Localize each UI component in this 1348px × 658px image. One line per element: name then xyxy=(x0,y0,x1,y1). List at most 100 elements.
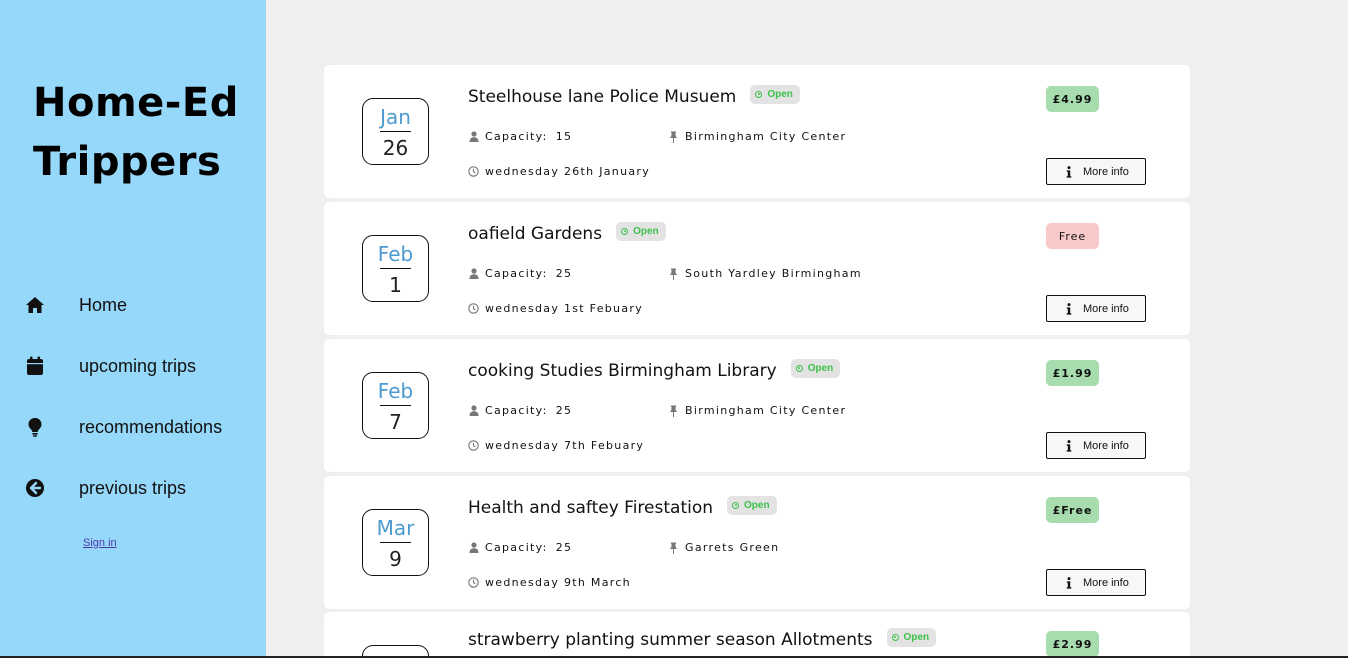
lightbulb-icon xyxy=(24,416,46,438)
trip-date: wednesday 7th Febuary xyxy=(468,439,644,452)
brand-line-1: Home-Ed xyxy=(33,80,239,126)
status-dot-icon xyxy=(755,90,763,98)
trip-title-row: Health and saftey Firestation Open xyxy=(468,495,777,518)
price-badge: £4.99 xyxy=(1046,86,1099,112)
brand-logo-text[interactable]: Home-Ed Trippers xyxy=(33,74,239,192)
status-label: Open xyxy=(744,499,770,511)
date-text: wednesday 1st Febuary xyxy=(485,302,644,315)
trip-title: cooking Studies Birmingham Library xyxy=(468,361,777,381)
location-text: Garrets Green xyxy=(685,541,780,554)
calendar-icon xyxy=(24,355,46,377)
status-badge: Open xyxy=(790,358,841,378)
sidebar: Home-Ed Trippers Home upcoming trips rec… xyxy=(0,0,266,658)
date-month: Jan xyxy=(380,105,411,129)
date-day: 7 xyxy=(389,410,402,434)
price-badge: £2.99 xyxy=(1046,631,1099,657)
status-label: Open xyxy=(903,631,930,643)
info-icon xyxy=(1059,302,1079,315)
capacity-value: 25 xyxy=(555,404,573,417)
more-info-label: More info xyxy=(1083,165,1129,178)
date-text: wednesday 7th Febuary xyxy=(485,439,645,452)
capacity-value: 25 xyxy=(555,541,573,554)
date-text: wednesday 26th January xyxy=(485,165,651,178)
status-dot-icon xyxy=(621,227,629,235)
price-badge: Free xyxy=(1046,223,1099,249)
trip-date: wednesday 1st Febuary xyxy=(468,302,643,315)
date-badge: Feb 7 xyxy=(362,372,429,439)
more-info-button[interactable]: More info xyxy=(1046,158,1146,185)
trip-title-row: strawberry planting summer season Allotm… xyxy=(468,627,937,650)
more-info-button[interactable]: More info xyxy=(1046,295,1146,322)
status-dot-icon xyxy=(795,364,803,372)
status-dot-icon xyxy=(891,633,899,641)
trip-location: South Yardley Birmingham xyxy=(668,267,862,280)
capacity-label: Capacity: xyxy=(485,404,548,417)
more-info-label: More info xyxy=(1083,439,1129,452)
status-badge: Open xyxy=(616,221,666,241)
trip-card: Feb 7 cooking Studies Birmingham Library… xyxy=(324,339,1190,472)
brand-line-2: Trippers xyxy=(33,139,222,185)
nav-label-upcoming-trips: upcoming trips xyxy=(79,355,197,376)
trip-title-row: Steelhouse lane Police Musuem Open xyxy=(468,84,800,107)
status-label: Open xyxy=(767,88,793,100)
pushpin-icon xyxy=(668,405,679,417)
date-month: Mar xyxy=(376,516,415,540)
capacity-value: 15 xyxy=(555,130,573,143)
date-day: 26 xyxy=(382,136,409,160)
trip-card: Jan 26 Steelhouse lane Police Musuem Ope… xyxy=(324,65,1190,198)
price-badge: £1.99 xyxy=(1046,360,1099,386)
trip-date: wednesday 26th January xyxy=(468,165,650,178)
date-text: wednesday 9th March xyxy=(485,576,631,589)
location-text: Birmingham City Center xyxy=(685,130,847,143)
trip-title: strawberry planting summer season Allotm… xyxy=(468,630,873,650)
capacity-label: Capacity: xyxy=(485,541,548,554)
clock-icon xyxy=(468,440,479,451)
info-icon xyxy=(1059,439,1079,452)
more-info-label: More info xyxy=(1083,302,1129,315)
status-badge: Open xyxy=(886,627,937,647)
trip-date: wednesday 9th March xyxy=(468,576,631,589)
date-month: Feb xyxy=(377,242,414,266)
clock-icon xyxy=(468,166,479,177)
date-divider xyxy=(380,542,411,543)
pushpin-icon xyxy=(668,131,679,143)
trip-location: Birmingham City Center xyxy=(668,130,846,143)
trip-card: Mar 9 Health and saftey Firestation Open… xyxy=(324,476,1190,609)
status-dot-icon xyxy=(732,501,740,509)
nav-item-recommendations[interactable]: recommendations xyxy=(24,412,222,442)
nav-item-upcoming-trips[interactable]: upcoming trips xyxy=(24,351,196,381)
trip-location: Birmingham City Center xyxy=(668,404,846,417)
trip-title-row: oafield Gardens Open xyxy=(468,221,666,244)
user-icon xyxy=(468,131,479,142)
date-badge: Jan 26 xyxy=(362,98,429,165)
date-divider xyxy=(380,405,411,406)
nav-item-home[interactable]: Home xyxy=(24,290,127,320)
nav-label-home: Home xyxy=(79,294,128,315)
date-day: 1 xyxy=(389,273,402,297)
status-badge: Open xyxy=(727,495,777,515)
trip-title-row: cooking Studies Birmingham Library Open xyxy=(468,358,841,381)
home-icon xyxy=(24,294,46,316)
status-label: Open xyxy=(633,225,659,237)
trip-title: Steelhouse lane Police Musuem xyxy=(468,87,737,107)
status-label: Open xyxy=(807,362,834,374)
sign-in-link[interactable]: Sign in xyxy=(83,537,117,549)
date-badge: Feb 1 xyxy=(362,235,429,302)
trip-card: strawberry planting summer season Allotm… xyxy=(324,612,1190,658)
user-icon xyxy=(468,268,479,279)
trip-capacity: Capacity: 25 xyxy=(468,541,572,554)
capacity-label: Capacity: xyxy=(485,130,548,143)
trip-location: Garrets Green xyxy=(668,541,779,554)
nav-item-previous-trips[interactable]: previous trips xyxy=(24,473,186,503)
clock-icon xyxy=(468,303,479,314)
location-text: Birmingham City Center xyxy=(685,404,847,417)
more-info-button[interactable]: More info xyxy=(1046,569,1146,596)
more-info-button[interactable]: More info xyxy=(1046,432,1146,459)
user-icon xyxy=(468,542,479,553)
date-day: 9 xyxy=(389,547,402,571)
status-badge: Open xyxy=(750,84,800,104)
user-icon xyxy=(468,405,479,416)
trip-title: Health and saftey Firestation xyxy=(468,498,714,518)
capacity-label: Capacity: xyxy=(485,267,548,280)
location-text: South Yardley Birmingham xyxy=(685,267,862,280)
